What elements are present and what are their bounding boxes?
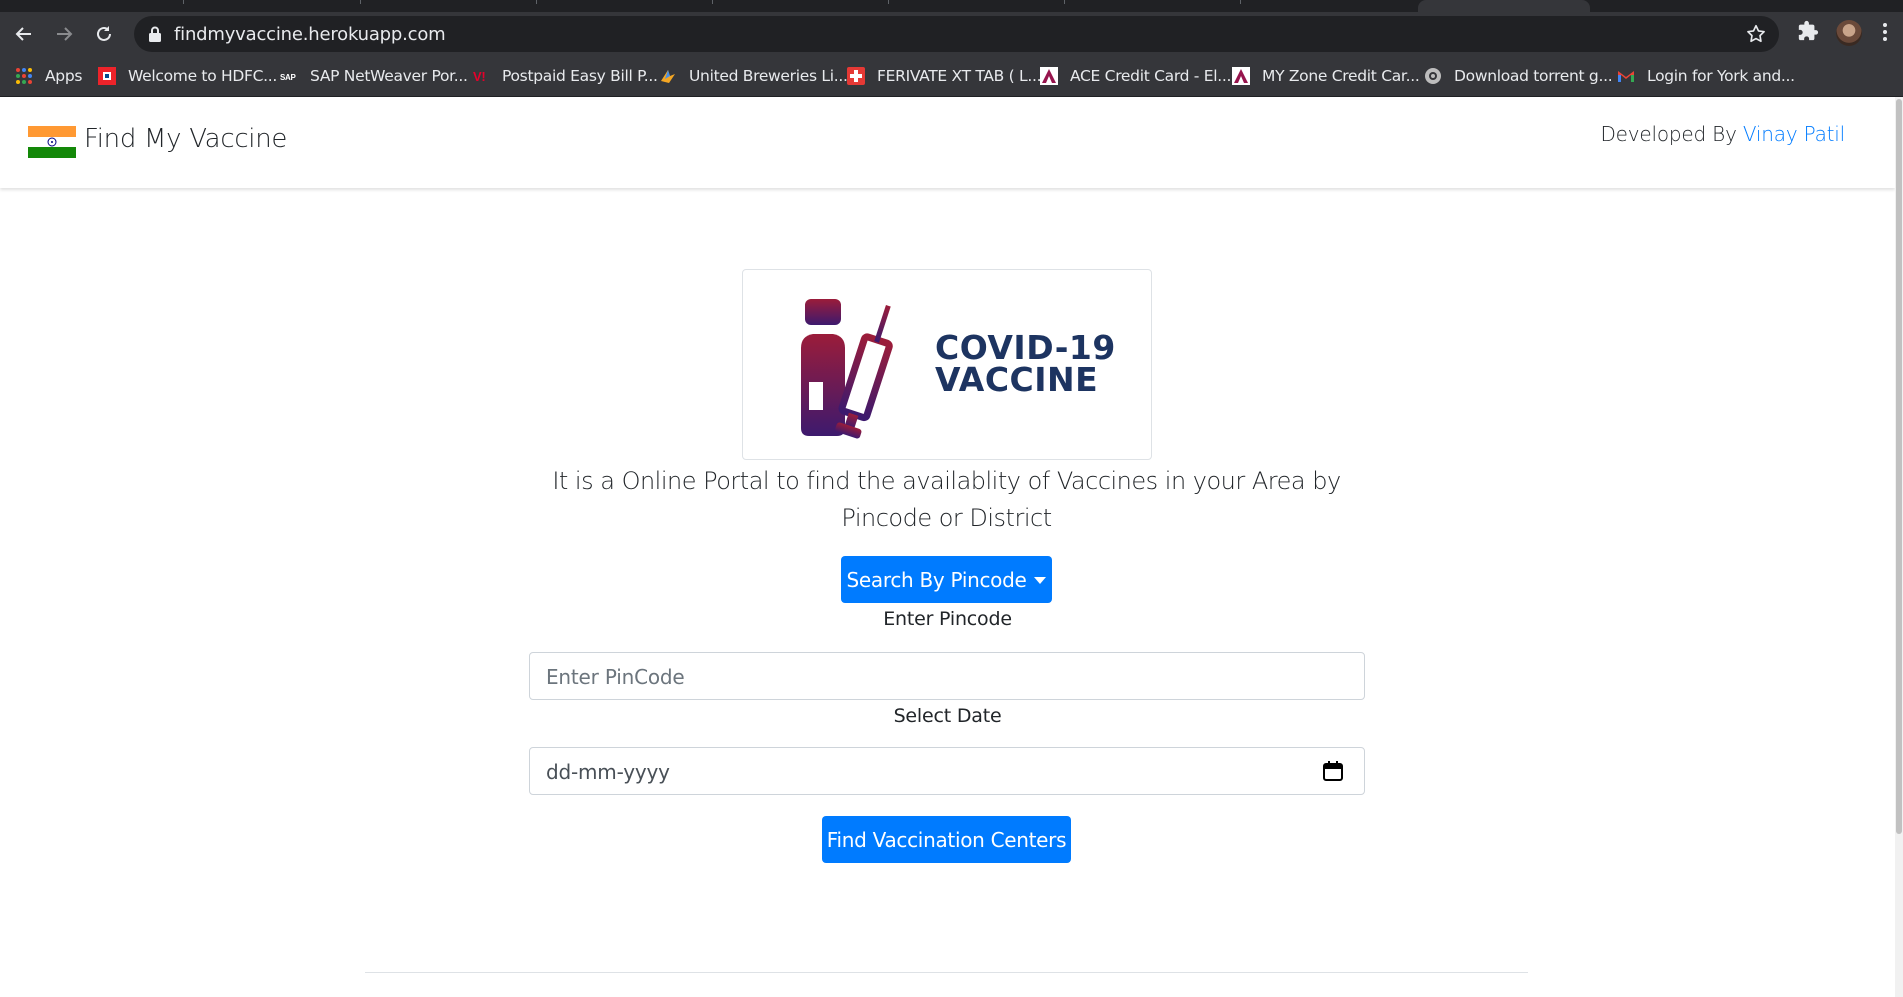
- tab-separator: [536, 0, 537, 4]
- back-button[interactable]: [10, 20, 38, 48]
- svg-text:SAP: SAP: [280, 73, 297, 82]
- divider: [365, 972, 1528, 973]
- axis-bank-icon: [1040, 67, 1058, 85]
- browser-menu-icon[interactable]: [1882, 22, 1888, 42]
- pincode-label: Enter Pincode: [883, 608, 1012, 630]
- pincode-input[interactable]: Enter PinCode: [529, 652, 1365, 700]
- bookmark-vi[interactable]: V! Postpaid Easy Bill P...: [472, 64, 658, 88]
- sap-icon: SAP: [280, 67, 298, 85]
- lock-icon: [149, 26, 161, 42]
- reload-button[interactable]: [90, 20, 118, 48]
- svg-text:V!: V!: [473, 69, 485, 84]
- bookmark-ace-credit-card[interactable]: ACE Credit Card - El...: [1040, 64, 1231, 88]
- top-navbar: Find My Vaccine Developed By Vinay Patil: [0, 97, 1895, 188]
- pharmacy-cross-icon: [847, 67, 865, 85]
- torrent-icon: [1424, 67, 1442, 85]
- gmail-icon: [1617, 67, 1635, 85]
- active-tab[interactable]: [1418, 0, 1590, 12]
- tab-separator: [1064, 0, 1065, 4]
- date-label: Select Date: [893, 705, 1002, 727]
- address-bar[interactable]: findmyvaccine.herokuapp.com: [134, 16, 1779, 52]
- vi-icon: V!: [472, 67, 490, 85]
- hdfc-icon: [98, 67, 116, 85]
- search-mode-dropdown[interactable]: Search By Pincode: [841, 556, 1052, 603]
- bookmark-label: FERIVATE XT TAB ( L...: [877, 67, 1042, 85]
- date-placeholder: dd-mm-yyyy: [546, 760, 670, 784]
- calendar-icon[interactable]: [1322, 760, 1344, 782]
- address-url: findmyvaccine.herokuapp.com: [174, 24, 446, 45]
- date-input[interactable]: dd-mm-yyyy: [529, 747, 1365, 795]
- forward-arrow-icon: [57, 27, 73, 41]
- bookmark-my-zone-credit-card[interactable]: MY Zone Credit Car...: [1232, 64, 1420, 88]
- developer-credit: Developed By Vinay Patil: [1600, 122, 1845, 146]
- bookmark-apps[interactable]: Apps: [15, 64, 82, 88]
- tab-separator: [712, 0, 713, 4]
- developer-credit-prefix: Developed By: [1600, 122, 1737, 146]
- caret-down-icon: [1034, 576, 1047, 584]
- tab-separator: [360, 0, 361, 4]
- bookmark-label: United Breweries Li...: [689, 67, 848, 85]
- intro-text: It is a Online Portal to find the availa…: [552, 467, 1341, 532]
- developer-link[interactable]: Vinay Patil: [1743, 122, 1845, 146]
- bookmarks-bar: Apps Welcome to HDFC... SAP SAP NetWeave…: [0, 55, 1903, 97]
- brand-title[interactable]: Find My Vaccine: [84, 124, 287, 154]
- bookmark-label: MY Zone Credit Car...: [1262, 67, 1420, 85]
- tab-separator: [1240, 0, 1241, 4]
- profile-avatar[interactable]: [1836, 20, 1862, 46]
- find-vaccination-centers-button[interactable]: Find Vaccination Centers: [822, 816, 1071, 863]
- tab-separator: [183, 0, 184, 4]
- logo-text: COVID-19 VACCINE: [935, 331, 1116, 399]
- bookmark-label: Postpaid Easy Bill P...: [502, 67, 658, 85]
- ub-icon: [659, 67, 677, 85]
- reload-icon: [97, 26, 111, 41]
- bookmark-hdfc[interactable]: Welcome to HDFC...: [98, 64, 277, 88]
- page: Find My Vaccine Developed By Vinay Patil: [0, 97, 1903, 997]
- extensions-puzzle-icon[interactable]: [1797, 20, 1819, 42]
- covid-vaccine-logo: COVID-19 VACCINE: [742, 269, 1152, 460]
- scrollbar-thumb[interactable]: [1896, 99, 1902, 834]
- search-mode-label: Search By Pincode: [846, 567, 1027, 592]
- bookmark-label: SAP NetWeaver Por...: [310, 67, 468, 85]
- bookmark-login-york[interactable]: Login for York and...: [1617, 64, 1795, 88]
- bookmark-label: Login for York and...: [1647, 67, 1795, 85]
- india-flag-icon: [28, 126, 76, 158]
- find-button-label: Find Vaccination Centers: [826, 827, 1067, 852]
- pincode-placeholder: Enter PinCode: [546, 665, 685, 689]
- apps-grid-icon: [15, 67, 33, 85]
- page-scrollbar[interactable]: [1895, 97, 1903, 997]
- vaccine-vial-syringe-icon: [801, 299, 893, 439]
- bookmark-sap[interactable]: SAP SAP NetWeaver Por...: [280, 64, 468, 88]
- bookmark-label: Apps: [45, 67, 83, 85]
- bookmark-star-icon[interactable]: [1745, 23, 1767, 45]
- bookmark-ferivate[interactable]: FERIVATE XT TAB ( L...: [847, 64, 1042, 88]
- browser-tab-strip: [0, 0, 1903, 12]
- bookmark-label: ACE Credit Card - El...: [1070, 67, 1232, 85]
- back-arrow-icon: [15, 27, 31, 41]
- bookmark-united-breweries[interactable]: United Breweries Li...: [659, 64, 848, 88]
- bookmark-label: Welcome to HDFC...: [128, 67, 278, 85]
- bookmark-download-torrent[interactable]: Download torrent g...: [1424, 64, 1613, 88]
- tab-separator: [888, 0, 889, 4]
- axis-bank-icon: [1232, 67, 1250, 85]
- bookmark-label: Download torrent g...: [1454, 67, 1613, 85]
- logo-line-vaccine: VACCINE: [935, 360, 1099, 399]
- forward-button[interactable]: [50, 20, 78, 48]
- browser-toolbar: findmyvaccine.herokuapp.com: [0, 12, 1903, 55]
